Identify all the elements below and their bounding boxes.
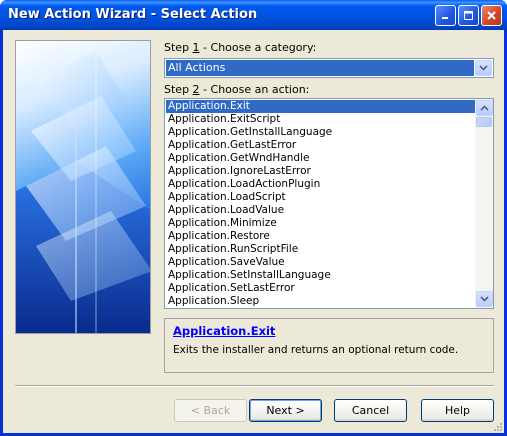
maximize-icon <box>464 11 473 20</box>
next-button[interactable]: Next > <box>249 399 322 422</box>
minimize-icon <box>442 17 448 19</box>
resize-grip-icon[interactable] <box>491 420 503 432</box>
close-icon <box>487 11 496 20</box>
list-item[interactable]: Application.SetInstallLanguage <box>166 269 475 282</box>
minimize-button[interactable] <box>435 5 456 26</box>
list-item[interactable]: Application.Restore <box>166 230 475 243</box>
list-item[interactable]: Application.ExitScript <box>166 113 475 126</box>
button-separator <box>15 385 494 387</box>
scroll-up-button[interactable] <box>476 100 493 116</box>
list-item[interactable]: Application.RunScriptFile <box>166 243 475 256</box>
window-title: New Action Wizard - Select Action <box>8 7 258 22</box>
help-button[interactable]: Help <box>421 399 494 422</box>
wizard-banner-image <box>15 40 151 334</box>
back-button[interactable]: < Back <box>174 399 247 422</box>
action-list-items: Application.Exit Application.ExitScript Ap… <box>166 100 475 308</box>
cancel-button[interactable]: Cancel <box>334 399 407 422</box>
step1-label: Step 1 - Choose a category: <box>164 41 317 54</box>
list-item[interactable]: Application.LoadValue <box>166 204 475 217</box>
category-dropdown[interactable]: All Actions <box>164 58 494 78</box>
dialog-client-area: Step 1 - Choose a category: All Actions … <box>3 30 504 433</box>
list-item[interactable]: Application.IgnoreLastError <box>166 165 475 178</box>
chevron-down-icon <box>479 65 488 71</box>
title-bar[interactable]: New Action Wizard - Select Action <box>0 0 507 30</box>
action-listbox[interactable]: Application.Exit Application.ExitScript Ap… <box>164 98 494 309</box>
list-item[interactable]: Application.SetLastError <box>166 282 475 295</box>
action-description-text: Exits the installer and returns an optio… <box>173 344 459 356</box>
list-item[interactable]: Application.Exit <box>166 100 475 113</box>
chevron-up-icon <box>480 105 489 111</box>
list-item[interactable]: Application.GetInstallLanguage <box>166 126 475 139</box>
list-item[interactable]: Application.GetWndHandle <box>166 152 475 165</box>
maximize-button[interactable] <box>458 5 479 26</box>
step2-label: Step 2 - Choose an action: <box>164 83 310 96</box>
list-item[interactable]: Application.SaveValue <box>166 256 475 269</box>
close-button[interactable] <box>481 5 502 26</box>
action-list-scrollbar[interactable] <box>475 99 493 308</box>
list-item[interactable]: Application.LoadScript <box>166 191 475 204</box>
list-item[interactable]: Application.LoadActionPlugin <box>166 178 475 191</box>
list-item[interactable]: Application.Sleep <box>166 295 475 308</box>
action-help-link[interactable]: Application.Exit <box>173 324 275 338</box>
scroll-down-button[interactable] <box>476 291 493 307</box>
scroll-thumb[interactable] <box>476 117 492 127</box>
list-item[interactable]: Application.Minimize <box>166 217 475 230</box>
category-dropdown-value: All Actions <box>166 60 474 76</box>
chevron-down-icon <box>480 296 489 302</box>
category-dropdown-button[interactable] <box>475 60 492 76</box>
wizard-window: New Action Wizard - Select Action Step 1… <box>0 0 507 436</box>
list-item[interactable]: Application.GetLastError <box>166 139 475 152</box>
action-description-panel: Application.Exit Exits the installer and… <box>164 318 494 373</box>
abstract-building-graphic <box>16 51 150 333</box>
